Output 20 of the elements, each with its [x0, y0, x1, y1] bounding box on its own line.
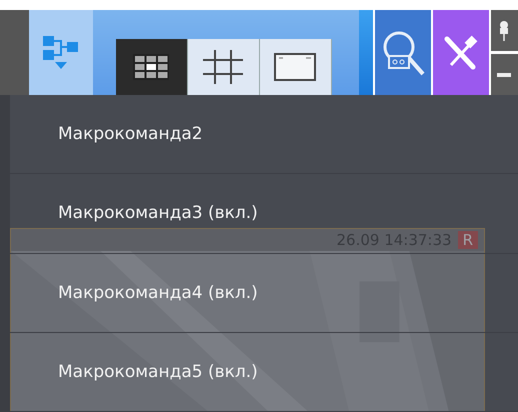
view-tab[interactable] — [188, 39, 260, 95]
search-tab[interactable] — [375, 10, 431, 95]
window-icon — [274, 53, 316, 81]
minimize-icon — [497, 72, 512, 76]
pin-icon — [499, 20, 510, 40]
view-tab[interactable] — [116, 39, 188, 95]
minimize-button[interactable] — [490, 54, 518, 95]
menu-item[interactable]: Макрокоманда2 — [10, 95, 518, 174]
tools-icon — [442, 34, 479, 70]
pin-button[interactable] — [490, 10, 518, 51]
view-tab[interactable] — [260, 39, 332, 95]
menu-item[interactable]: Макрокоманда4 (вкл.) — [10, 254, 518, 333]
recording-badge: R — [458, 231, 478, 249]
hierarchy-icon — [43, 36, 80, 60]
crosshair-icon — [203, 50, 244, 84]
search-icon — [381, 30, 426, 76]
caret-icon — [55, 62, 68, 69]
menu-item[interactable]: Макрокоманда5 (вкл.) — [10, 332, 518, 412]
grid-icon — [133, 54, 170, 80]
settings-tab[interactable] — [433, 10, 489, 95]
